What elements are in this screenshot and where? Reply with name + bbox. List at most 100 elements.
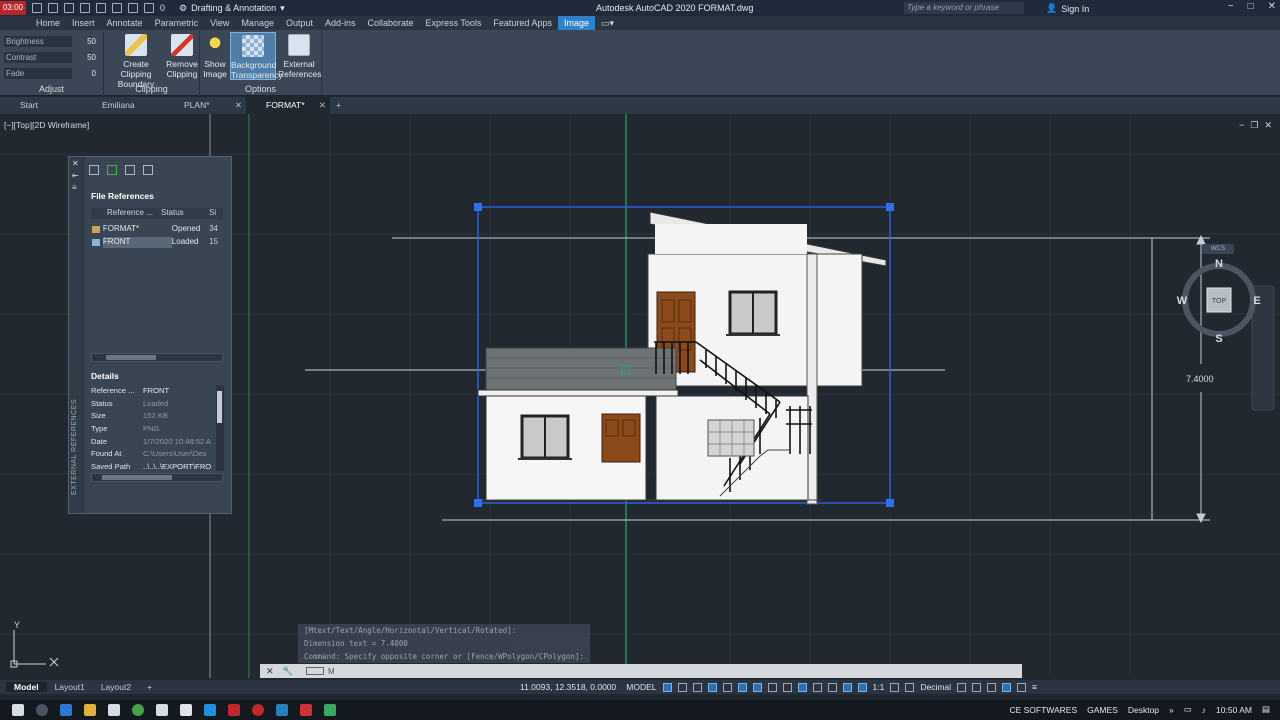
minimize-icon[interactable]: − xyxy=(1228,1,1234,12)
grip-bottom-right[interactable] xyxy=(886,499,894,507)
model-space-button[interactable]: MODEL xyxy=(626,682,656,692)
quick-properties-icon[interactable] xyxy=(957,682,967,692)
grid-icon[interactable] xyxy=(662,682,672,692)
store-icon[interactable] xyxy=(108,704,120,716)
contrast-value[interactable]: 50 xyxy=(72,53,96,62)
notification-icon[interactable]: ▤ xyxy=(1262,704,1270,715)
app-icon[interactable] xyxy=(300,704,312,716)
viewport-close-icon[interactable]: ✕ xyxy=(1264,120,1272,131)
workspace-switcher[interactable]: ⚙ Drafting & Annotation ▾ xyxy=(179,3,285,14)
transparency-toggle-icon[interactable] xyxy=(782,682,792,692)
undo-icon[interactable] xyxy=(112,3,122,13)
isodraft-icon[interactable] xyxy=(722,682,732,692)
grip-bottom-left[interactable] xyxy=(474,499,482,507)
annotation-scale[interactable]: 1:1 xyxy=(873,682,885,692)
chevron-icon[interactable]: » xyxy=(1169,705,1174,715)
help-icon[interactable] xyxy=(143,165,153,175)
network-icon[interactable]: ▭ xyxy=(1184,704,1192,715)
tab-layout2[interactable]: Layout2 xyxy=(93,682,139,692)
units-dropdown[interactable]: Decimal xyxy=(920,682,951,692)
tab-express-tools[interactable]: Express Tools xyxy=(420,16,488,30)
grip-top-right[interactable] xyxy=(886,203,894,211)
ortho-icon[interactable] xyxy=(692,682,702,692)
file-references-scrollbar[interactable] xyxy=(91,353,223,362)
fade-slider[interactable]: Fade 0 xyxy=(4,67,98,79)
dimension-text[interactable]: 7.4000 xyxy=(1186,374,1214,384)
layer-counter[interactable]: 0 xyxy=(160,3,165,13)
file-tab-emiliana-diana[interactable]: Emiliana Diana* ✕ xyxy=(82,97,164,127)
document-icon[interactable] xyxy=(156,704,168,716)
viewport-restore-icon[interactable]: ❐ xyxy=(1250,120,1258,131)
attach-dwg-icon[interactable] xyxy=(89,165,99,175)
house-elevation-image[interactable] xyxy=(477,211,887,505)
customization-menu-icon[interactable]: ≡ xyxy=(1032,682,1037,692)
command-line[interactable]: ✕ 🔧 M xyxy=(260,664,1022,678)
file-tab-start[interactable]: Start xyxy=(0,97,82,114)
xref-row-front[interactable]: FRONT Loaded 15 xyxy=(91,237,223,248)
snap-icon[interactable] xyxy=(677,682,687,692)
close-icon[interactable]: ✕ xyxy=(1268,1,1276,12)
ribbon-toggle-icon[interactable]: ▭▾ xyxy=(595,16,620,30)
tab-model[interactable]: Model xyxy=(6,682,47,692)
search-icon[interactable] xyxy=(36,704,48,716)
tab-view[interactable]: View xyxy=(204,16,235,30)
app-logo[interactable]: 03:00 xyxy=(0,1,26,15)
xref-row-format[interactable]: FORMAT* Opened 34 xyxy=(91,224,223,235)
annotation-visibility-icon[interactable] xyxy=(842,682,852,692)
chrome-icon[interactable] xyxy=(132,704,144,716)
scroll-thumb[interactable] xyxy=(106,355,156,360)
tab-collaborate[interactable]: Collaborate xyxy=(362,16,420,30)
scroll-thumb[interactable] xyxy=(217,391,222,423)
customize-icon[interactable]: 🔧 xyxy=(282,666,293,677)
tab-home[interactable]: Home xyxy=(30,16,66,30)
close-tab-icon[interactable]: ✕ xyxy=(235,97,242,114)
detail-value[interactable]: FRONT xyxy=(143,386,211,398)
new-tab-button[interactable]: + xyxy=(330,97,347,114)
tab-manage[interactable]: Manage xyxy=(235,16,280,30)
col-status[interactable]: Status xyxy=(161,208,209,219)
osnap-icon[interactable] xyxy=(752,682,762,692)
palette-properties-icon[interactable]: ≡ xyxy=(72,183,77,192)
show-image-button[interactable]: Show Image xyxy=(202,34,228,79)
create-clipping-boundary-button[interactable]: Create Clipping Boundary xyxy=(107,34,165,89)
command-input[interactable] xyxy=(306,667,324,675)
change-path-icon[interactable] xyxy=(125,165,135,175)
dynamic-ucs-icon[interactable] xyxy=(827,682,837,692)
remove-clipping-button[interactable]: Remove Clipping xyxy=(166,34,198,79)
autoscale-icon[interactable] xyxy=(857,682,867,692)
tab-featured-apps[interactable]: Featured Apps xyxy=(487,16,558,30)
app-icon[interactable] xyxy=(204,704,216,716)
external-references-button[interactable]: External References xyxy=(278,34,321,79)
app-icon[interactable] xyxy=(324,704,336,716)
close-command-icon[interactable]: ✕ xyxy=(266,666,276,677)
app-icon[interactable] xyxy=(252,704,264,716)
wcs-menu[interactable]: WCS xyxy=(1202,244,1234,254)
save-icon[interactable] xyxy=(64,3,74,13)
tray-toolbar-ce-softwares[interactable]: CE SOFTWARES xyxy=(1009,705,1077,715)
windows-start-icon[interactable] xyxy=(12,704,24,716)
compass-east[interactable]: E xyxy=(1253,295,1260,307)
viewport-controls-label[interactable]: [−][Top][2D Wireframe] xyxy=(4,120,89,130)
maximize-icon[interactable]: □ xyxy=(1248,1,1254,12)
app-icon[interactable] xyxy=(180,704,192,716)
viewcube[interactable]: TOP N S E W xyxy=(1176,258,1262,345)
redo-icon[interactable] xyxy=(128,3,138,13)
isolate-objects-icon[interactable] xyxy=(987,682,997,692)
polar-icon[interactable] xyxy=(707,682,717,692)
viewport-minimize-icon[interactable]: − xyxy=(1239,120,1244,131)
new-icon[interactable] xyxy=(32,3,42,13)
grip-top-left[interactable] xyxy=(474,203,482,211)
sign-in-button[interactable]: 👤 Sign In xyxy=(1046,3,1089,14)
edge-icon[interactable] xyxy=(60,704,72,716)
file-explorer-icon[interactable] xyxy=(84,704,96,716)
fade-value[interactable]: 0 xyxy=(72,69,96,78)
brightness-value[interactable]: 50 xyxy=(72,37,96,46)
tab-output[interactable]: Output xyxy=(280,16,319,30)
save-as-icon[interactable] xyxy=(80,3,90,13)
object-snap-tracking-icon[interactable] xyxy=(737,682,747,692)
tab-image[interactable]: Image xyxy=(557,16,595,30)
col-size[interactable]: Si xyxy=(209,208,223,219)
tab-parametric[interactable]: Parametric xyxy=(149,16,205,30)
background-transparency-button[interactable]: Background Transparency xyxy=(230,32,283,80)
contrast-slider[interactable]: Contrast 50 xyxy=(4,51,98,63)
